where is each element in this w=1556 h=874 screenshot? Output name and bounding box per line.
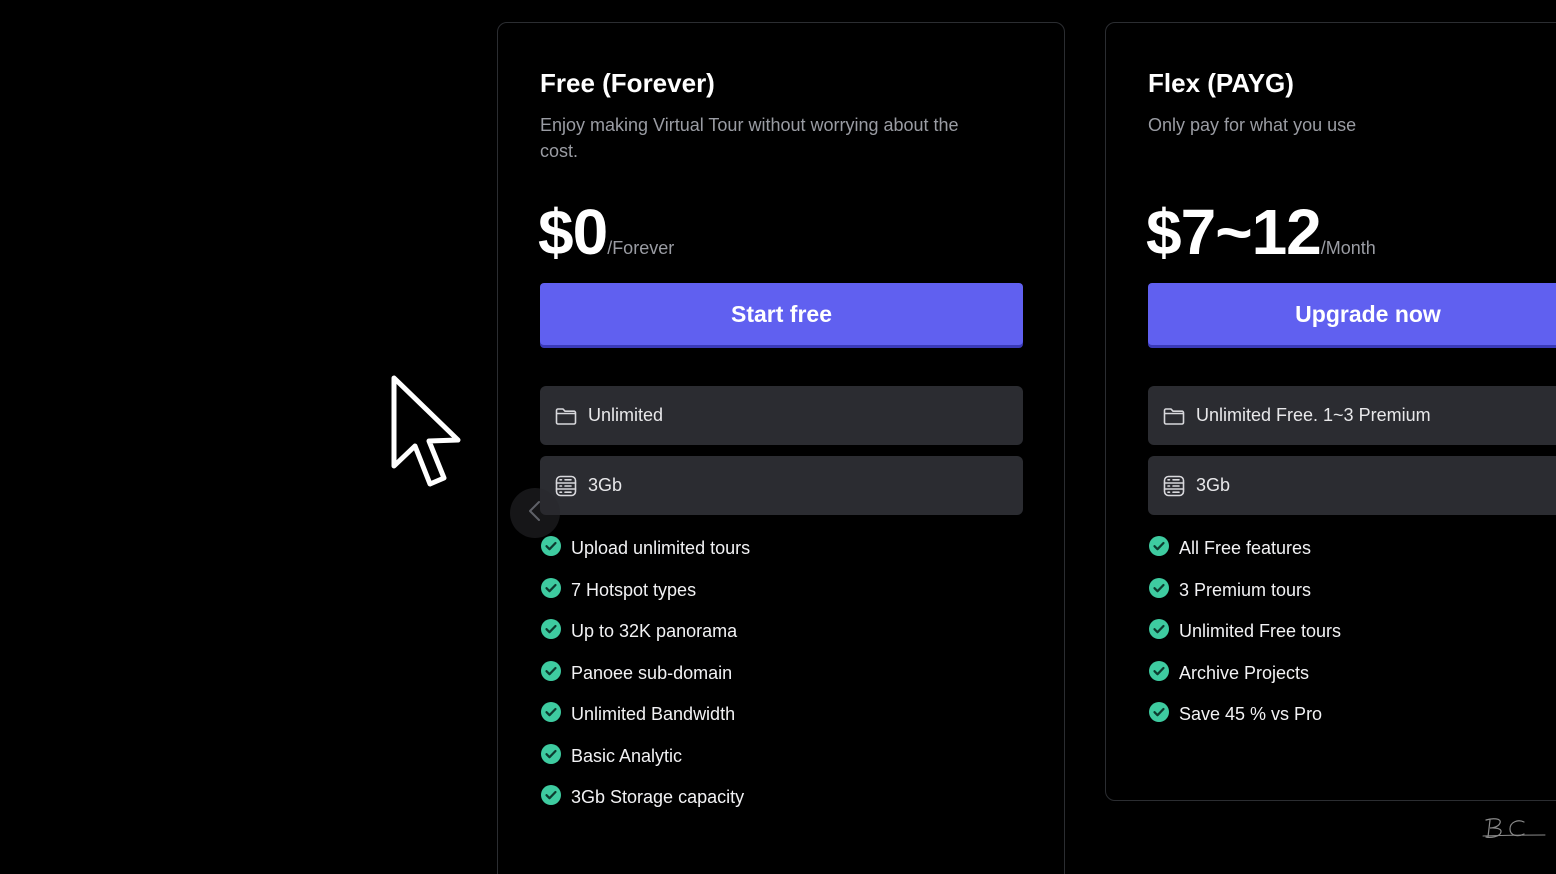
plan-price: $0: [538, 196, 608, 268]
feature-label: Unlimited Bandwidth: [571, 704, 736, 724]
plan-card-flex: Flex (PAYG) Only pay for what you use $7…: [1105, 22, 1556, 801]
feature-item: All Free features: [1148, 535, 1341, 577]
feature-label: Up to 32K panorama: [571, 621, 738, 641]
plan-description: Enjoy making Virtual Tour without worryi…: [540, 115, 959, 161]
feature-item: Save 45 % vs Pro: [1148, 701, 1341, 743]
check-circle-icon: [540, 618, 562, 640]
spec-projects: Unlimited: [540, 386, 1023, 445]
plan-price: $7~12: [1146, 196, 1322, 268]
folder-icon: [1162, 404, 1186, 428]
feature-item: Up to 32K panorama: [540, 618, 750, 660]
feature-item: Basic Analytic: [540, 743, 750, 785]
pricing-page: Free (Forever) Enjoy making Virtual Tour…: [0, 0, 1556, 874]
feature-label: Save 45 % vs Pro: [1179, 704, 1323, 724]
check-circle-icon: [540, 535, 562, 557]
feature-list: All Free features 3 Premium tours Unlimi…: [1148, 535, 1341, 743]
check-circle-icon: [1148, 577, 1170, 599]
check-circle-icon: [540, 701, 562, 723]
check-circle-icon: [540, 784, 562, 806]
feature-item: Panoee sub-domain: [540, 660, 750, 702]
spec-storage: 3Gb: [1148, 456, 1556, 515]
feature-item: Upload unlimited tours: [540, 535, 750, 577]
spec-label: Unlimited Free. 1~3 Premium: [1196, 405, 1431, 425]
feature-label: 3Gb Storage capacity: [571, 787, 745, 807]
feature-label: 7 Hotspot types: [571, 579, 697, 600]
plan-description: Only pay for what you use: [1148, 115, 1357, 135]
plan-card-free: Free (Forever) Enjoy making Virtual Tour…: [497, 22, 1065, 874]
signature-watermark: [1480, 812, 1548, 842]
feature-label: 3 Premium tours: [1179, 579, 1312, 600]
feature-label: Unlimited Free tours: [1179, 621, 1342, 641]
feature-label: Upload unlimited tours: [571, 538, 751, 558]
check-circle-icon: [540, 743, 562, 765]
feature-item: 7 Hotspot types: [540, 577, 750, 619]
feature-label: Archive Projects: [1179, 662, 1310, 683]
plan-title: Flex (PAYG): [1148, 68, 1294, 98]
spec-label: 3Gb: [1196, 475, 1231, 495]
start-free-button[interactable]: Start free: [540, 283, 1023, 345]
check-circle-icon: [1148, 660, 1170, 682]
feature-item: Archive Projects: [1148, 660, 1341, 702]
plan-period: /Forever: [607, 238, 675, 258]
spec-projects: Unlimited Free. 1~3 Premium: [1148, 386, 1556, 445]
spec-label: Unlimited: [588, 405, 664, 425]
feature-list: Upload unlimited tours 7 Hotspot types U…: [540, 535, 750, 826]
check-circle-icon: [1148, 701, 1170, 723]
upgrade-now-button[interactable]: Upgrade now: [1148, 283, 1556, 345]
price-row: $0/Forever: [538, 195, 674, 269]
spec-storage: 3Gb: [540, 456, 1023, 515]
feature-item: 3 Premium tours: [1148, 577, 1341, 619]
feature-label: Basic Analytic: [571, 745, 683, 766]
spec-label: 3Gb: [588, 475, 623, 495]
storage-icon: [554, 474, 578, 498]
check-circle-icon: [1148, 618, 1170, 640]
plan-period: /Month: [1320, 238, 1376, 258]
folder-icon: [554, 404, 578, 428]
feature-item: Unlimited Free tours: [1148, 618, 1341, 660]
check-circle-icon: [540, 660, 562, 682]
check-circle-icon: [540, 577, 562, 599]
mouse-pointer-icon: [386, 372, 470, 494]
storage-icon: [1162, 474, 1186, 498]
feature-label: All Free features: [1179, 538, 1312, 558]
plan-title: Free (Forever): [540, 68, 715, 98]
carousel-prev-button[interactable]: [510, 488, 560, 538]
feature-item: Unlimited Bandwidth: [540, 701, 750, 743]
feature-label: Panoee sub-domain: [571, 662, 733, 683]
chevron-left-icon: [525, 499, 545, 528]
price-row: $7~12/Month: [1146, 195, 1376, 269]
check-circle-icon: [1148, 535, 1170, 557]
feature-item: 3Gb Storage capacity: [540, 784, 750, 826]
